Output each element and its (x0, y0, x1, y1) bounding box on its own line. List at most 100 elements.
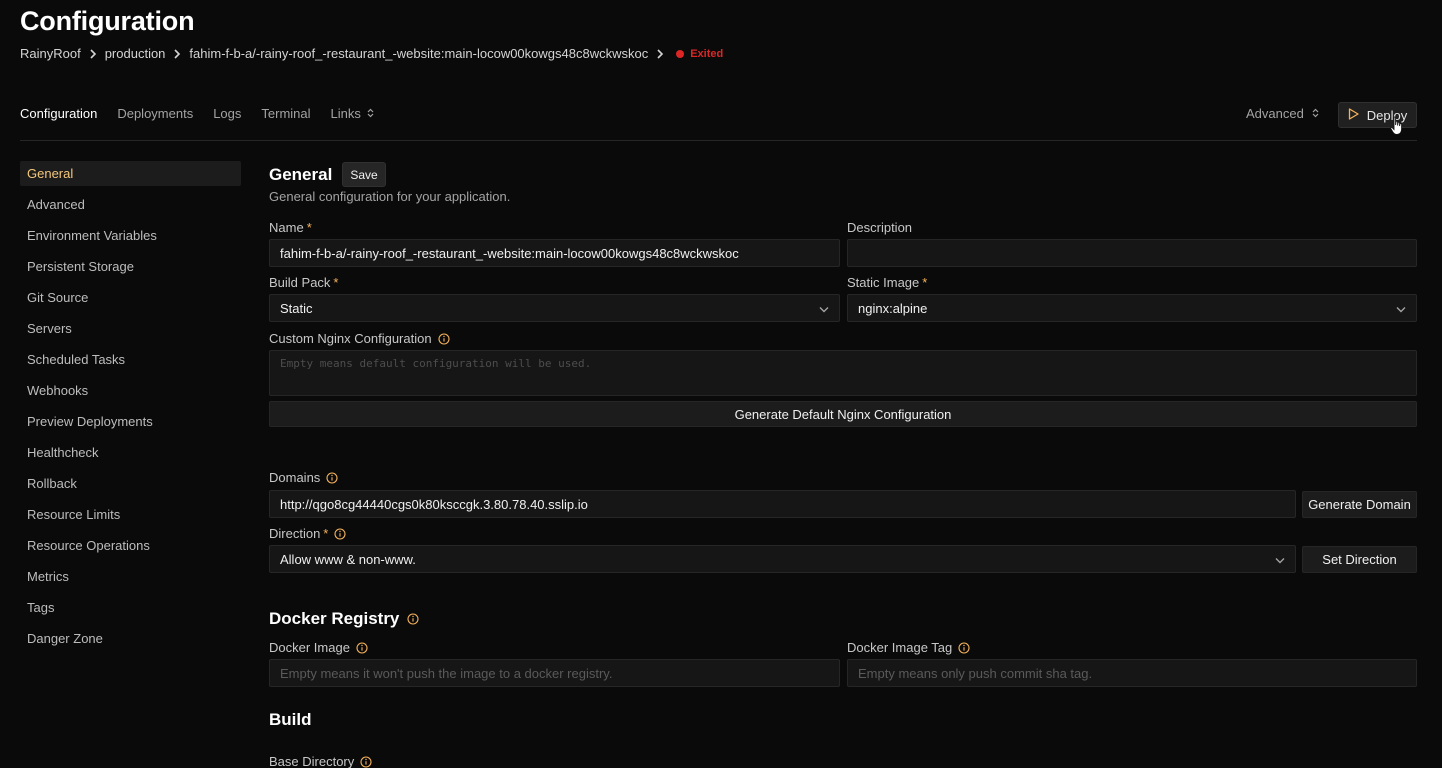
docker-image-tag-label: Docker Image Tag (847, 640, 970, 655)
sidebar-item-danger-zone[interactable]: Danger Zone (20, 626, 241, 651)
direction-label: Direction * (269, 526, 346, 541)
general-subtitle: General configuration for your applicati… (269, 189, 511, 204)
tab-logs[interactable]: Logs (213, 106, 241, 121)
static-image-value: nginx:alpine (858, 300, 928, 316)
domains-label-text: Domains (269, 470, 321, 485)
tab-terminal[interactable]: Terminal (261, 106, 310, 121)
build-pack-label: Build Pack * (269, 275, 338, 290)
description-label: Description (847, 220, 912, 235)
sidebar-item-rollback[interactable]: Rollback (20, 471, 241, 496)
save-button[interactable]: Save (342, 162, 386, 187)
required-mark: * (323, 526, 329, 541)
sidebar-item-servers[interactable]: Servers (20, 316, 241, 341)
general-section-header: General Save (269, 162, 386, 187)
build-pack-select[interactable]: Static (269, 294, 840, 322)
status-dot-icon (676, 49, 685, 58)
nginx-config-label: Custom Nginx Configuration (269, 331, 450, 346)
name-label-text: Name (269, 220, 304, 235)
info-icon[interactable] (360, 755, 372, 768)
sidebar-item-resource-limits[interactable]: Resource Limits (20, 502, 241, 527)
tab-configuration[interactable]: Configuration (20, 106, 97, 121)
page-title: Configuration (20, 6, 195, 36)
direction-value: Allow www & non-www. (280, 551, 416, 567)
top-nav: Configuration Deployments Logs Terminal … (20, 106, 374, 121)
set-direction-button[interactable]: Set Direction (1302, 546, 1417, 573)
static-image-select[interactable]: nginx:alpine (847, 294, 1417, 322)
static-image-label-text: Static Image (847, 275, 920, 290)
domains-field-wrap (269, 490, 1296, 518)
direction-select[interactable]: Allow www & non-www. (269, 545, 1296, 573)
domains-input[interactable] (269, 490, 1296, 518)
required-mark: * (306, 220, 312, 235)
direction-label-text: Direction (269, 526, 321, 541)
docker-image-tag-input[interactable] (847, 659, 1417, 687)
description-field-wrap (847, 239, 1417, 267)
breadcrumb-environment[interactable]: production (105, 46, 166, 61)
info-icon[interactable] (407, 613, 419, 625)
status-badge: Exited (690, 47, 724, 60)
description-label-text: Description (847, 220, 913, 235)
build-pack-value: Static (280, 300, 313, 316)
sidebar-item-scheduled-tasks[interactable]: Scheduled Tasks (20, 347, 241, 372)
docker-image-field-wrap (269, 659, 840, 687)
chevron-up-down-icon (1312, 106, 1319, 121)
generate-domain-button[interactable]: Generate Domain (1302, 491, 1417, 518)
sidebar-item-tags[interactable]: Tags (20, 595, 241, 620)
sidebar-item-persistent-storage[interactable]: Persistent Storage (20, 254, 241, 279)
info-icon[interactable] (334, 527, 346, 540)
docker-image-input[interactable] (269, 659, 840, 687)
chevron-down-icon (1396, 301, 1406, 316)
sidebar-item-healthcheck[interactable]: Healthcheck (20, 440, 241, 465)
tab-deployments[interactable]: Deployments (117, 106, 193, 121)
sidebar-item-preview-deployments[interactable]: Preview Deployments (20, 409, 241, 434)
sidebar-item-git-source[interactable]: Git Source (20, 285, 241, 310)
sidebar-item-metrics[interactable]: Metrics (20, 564, 241, 589)
chevron-up-down-icon (367, 106, 374, 121)
build-header: Build (269, 710, 312, 730)
chevron-right-icon (173, 48, 181, 59)
advanced-menu-button[interactable]: Advanced (1246, 106, 1319, 121)
info-icon[interactable] (958, 641, 970, 654)
base-directory-label-text: Base Directory (269, 754, 355, 768)
info-icon[interactable] (326, 471, 338, 484)
domains-label: Domains (269, 470, 338, 485)
chevron-right-icon (89, 48, 97, 59)
static-image-label: Static Image * (847, 275, 927, 290)
sidebar-item-webhooks[interactable]: Webhooks (20, 378, 241, 403)
sidebar-item-resource-operations[interactable]: Resource Operations (20, 533, 241, 558)
generate-nginx-config-button[interactable]: Generate Default Nginx Configuration (269, 401, 1417, 427)
name-label: Name * (269, 220, 312, 235)
docker-image-label: Docker Image (269, 640, 368, 655)
play-icon (1348, 107, 1359, 123)
docker-image-tag-label-text: Docker Image Tag (847, 640, 953, 655)
info-icon[interactable] (438, 332, 450, 345)
breadcrumb-project[interactable]: RainyRoof (20, 46, 81, 61)
description-input[interactable] (847, 239, 1417, 267)
breadcrumb-application[interactable]: fahim-f-b-a/-rainy-roof_-restaurant_-web… (189, 46, 648, 61)
build-pack-label-text: Build Pack (269, 275, 331, 290)
deploy-button[interactable]: Deploy (1338, 102, 1417, 128)
docker-image-tag-field-wrap (847, 659, 1417, 687)
header-divider (20, 140, 1417, 141)
sidebar: General Advanced Environment Variables P… (20, 161, 241, 657)
breadcrumb: RainyRoof production fahim-f-b-a/-rainy-… (20, 46, 723, 61)
docker-registry-header: Docker Registry (269, 609, 419, 629)
tab-links-label: Links (330, 106, 361, 121)
sidebar-item-environment-variables[interactable]: Environment Variables (20, 223, 241, 248)
name-input[interactable] (269, 239, 840, 267)
chevron-down-icon (819, 301, 829, 316)
sidebar-item-general[interactable]: General (20, 161, 241, 186)
hand-pointer-icon (1390, 116, 1404, 141)
general-title: General (269, 164, 333, 184)
chevron-down-icon (1275, 552, 1285, 567)
nginx-config-label-text: Custom Nginx Configuration (269, 331, 432, 346)
base-directory-label: Base Directory (269, 754, 372, 768)
sidebar-item-advanced[interactable]: Advanced (20, 192, 241, 217)
info-icon[interactable] (356, 641, 368, 654)
nginx-config-textarea[interactable] (269, 350, 1417, 396)
nginx-config-wrap (269, 350, 1417, 396)
docker-image-label-text: Docker Image (269, 640, 350, 655)
docker-registry-title: Docker Registry (269, 609, 400, 628)
tab-links[interactable]: Links (331, 106, 374, 121)
name-field-wrap (269, 239, 840, 267)
